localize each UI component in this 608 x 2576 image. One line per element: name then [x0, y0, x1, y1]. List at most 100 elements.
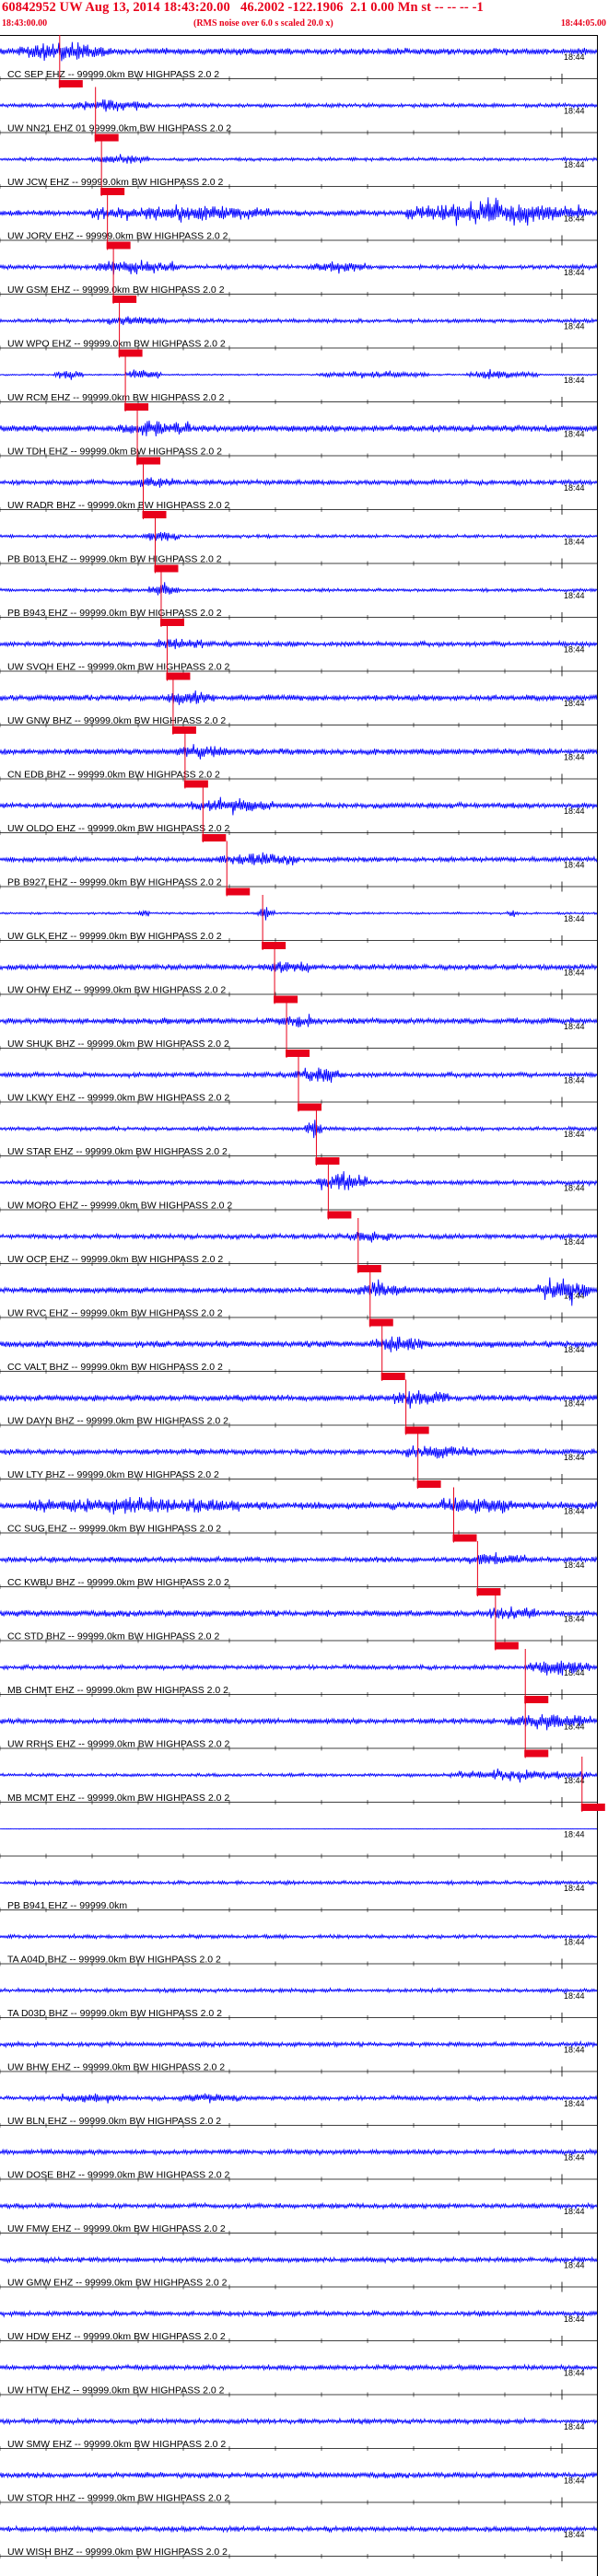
waveform [0, 1336, 598, 1352]
station-label: TA D03D BHZ -- 99999.0km BW HIGHPASS 2.0… [7, 2008, 222, 2019]
trace-row: 18:44 UW SMW EHZ -- 99999.0km BW HIGHPASS… [0, 2417, 598, 2454]
pick-flag [262, 942, 286, 949]
waveform [0, 961, 598, 973]
station-label: UW WISH BHZ -- 99999.0km BW HIGHPASS 2.0… [7, 2547, 228, 2558]
station-label: UW HTW EHZ -- 99999.0km BW HIGHPASS 2.0 … [7, 2385, 225, 2396]
trace-row: 18:44UW OHW EHZ -- 99999.0km BW HIGHPASS… [0, 948, 598, 1004]
pick-flag [118, 349, 143, 357]
waveform [0, 2309, 598, 2318]
station-label: UW TDH EHZ -- 99999.0km BW HIGHPASS 2.0 … [7, 447, 222, 458]
station-label: UW FMW EHZ -- 99999.0km BW HIGHPASS 2.0 … [7, 2223, 226, 2234]
minute-tick-label: 18:44 [564, 1022, 585, 1031]
station-label: UW OCP EHZ -- 99999.0km BW HIGHPASS 2.0 … [7, 1254, 223, 1265]
trace-row: 18:44 PB B943 EHZ -- 99999.0km BW HIGHPAS… [0, 572, 598, 627]
station-label: CC SEP EHZ -- 99999.0km BW HIGHPASS 2.0 … [7, 69, 219, 80]
pick-flag [159, 619, 184, 626]
minute-tick-label: 18:44 [564, 591, 585, 600]
waveform [0, 2417, 598, 2426]
minute-tick-label: 18:44 [564, 322, 585, 331]
waveform [0, 99, 598, 112]
pick-flag [106, 241, 131, 249]
station-label: UW SMW EHZ -- 99999.0km BW HIGHPASS 2.0 … [7, 2439, 226, 2450]
trace-row: 18:44PB B927 EHZ -- 99999.0km BW HIGHPAS… [0, 841, 598, 897]
station-label: UW STOR HHZ -- 99999.0km BW HIGHPASS 2.0… [7, 2493, 229, 2504]
waveform [0, 1120, 598, 1139]
trace-row: 18:44UW RRHS EHZ -- 99999.0km BW HIGHPAS… [0, 1702, 598, 1758]
plot-header: 60842952 UW Aug 13, 2014 18:43:20.00 46.… [0, 0, 608, 35]
trace-row: 18:44 CN EDB BHZ -- 99999.0km BW HIGHPASS… [0, 733, 598, 789]
station-label: UW BHW EHZ -- 99999.0km BW HIGHPASS 2.0 … [7, 2062, 225, 2073]
minute-tick-label: 18:44 [564, 1615, 585, 1624]
waveform [0, 197, 598, 226]
trace-row: 18:44 UW GSM EHZ -- 99999.0km BW HIGHPASS… [0, 249, 598, 304]
pick-flag [94, 133, 119, 142]
waveform [0, 2040, 598, 2048]
waveform [0, 1551, 598, 1565]
pick-flag [416, 1480, 441, 1488]
station-label: UW GSM EHZ -- 99999.0km BW HIGHPASS 2.0 … [7, 284, 225, 296]
pick-flag [315, 1157, 340, 1165]
station-label: UW STAR EHZ -- 99999.0km BW HIGHPASS 2.0… [7, 1146, 228, 1157]
pick-flag [327, 1211, 352, 1219]
station-label: UW RADR BHZ -- 99999.0km BW HIGHPASS 2.0… [7, 500, 230, 511]
station-label: MB MCMT EHZ -- 99999.0km BW HIGHPASS 2.0… [7, 1793, 229, 1804]
minute-tick-label: 18:44 [564, 2207, 585, 2216]
pick-flag [404, 1426, 429, 1434]
waveform [0, 1496, 598, 1515]
minute-tick-label: 18:44 [564, 2153, 585, 2163]
pick-flag [58, 80, 83, 87]
station-label: UW LKWY EHZ -- 99999.0km BW HIGHPASS 2.0… [7, 1093, 229, 1104]
minute-tick-label: 18:44 [564, 1830, 585, 1839]
trace-row: 18:44 UW LKWY EHZ -- 99999.0km BW HIGHPAS… [0, 1056, 598, 1112]
minute-tick-label: 18:44 [564, 2315, 585, 2324]
station-label: UW OLDO EHZ -- 99999.0km BW HIGHPASS 2.0… [7, 823, 230, 834]
pick-flag [368, 1318, 393, 1327]
trace-row: 18:44UW DAYN BHZ -- 99999.0km BW HIGHPAS… [0, 1379, 598, 1435]
waveform [0, 420, 598, 437]
pick-flag [202, 834, 227, 841]
trace-row: 18:44 UW STOR HHZ -- 99999.0km BW HIGHPAS… [0, 2470, 598, 2508]
minute-tick-label: 18:44 [564, 268, 585, 277]
waveform [0, 1445, 598, 1459]
minute-tick-label: 18:44 [564, 2369, 585, 2378]
waveform [0, 260, 598, 275]
trace-row: 18:44CC VALT BHZ -- 99999.0km BW HIGHPAS… [0, 1326, 598, 1381]
trace-row: 18:44CC SEP EHZ -- 99999.0km BW HIGHPASS… [0, 35, 598, 88]
trace-row: 18:44UW JORV EHZ -- 99999.0km BW HIGHPAS… [0, 194, 598, 250]
waveform [0, 1171, 598, 1190]
trace-row: 18:44 UW JCW EHZ -- 99999.0km BW HIGHPASS… [0, 141, 598, 196]
station-label: UW GMW EHZ -- 99999.0km BW HIGHPASS 2.0 … [7, 2278, 228, 2289]
trace-row: 18:44UW SVOH EHZ -- 99999.0km BW HIGHPAS… [0, 625, 598, 681]
waveform [0, 690, 598, 705]
minute-tick-label: 18:44 [564, 1938, 585, 1947]
pick-flag [357, 1265, 381, 1272]
waveform [0, 1606, 598, 1619]
station-label: UW MORO EHZ -- 99999.0km BW HIGHPASS 2.0… [7, 1201, 232, 1212]
trace-row: 18:44UW STAR EHZ -- 99999.0km BW HIGHPAS… [0, 1110, 598, 1166]
station-label: UW BLN EHZ -- 99999.0km BW HIGHPASS 2.0 … [7, 2116, 221, 2127]
rms-note: (RMS noise over 6.0 s scaled 20.0 x) [193, 18, 333, 29]
station-label: CC STD BHZ -- 99999.0km BW HIGHPASS 2.0 … [7, 1631, 219, 1642]
end-time-label: 18:44:05.00 [560, 18, 606, 29]
waveform [0, 41, 598, 62]
station-label: PB B013 EHZ -- 99999.0km BW HIGHPASS 2.0… [7, 554, 222, 565]
trace-row: 18:44 UW OCP EHZ -- 99999.0km BW HIGHPASS… [0, 1218, 598, 1273]
pick-flag [286, 1050, 310, 1057]
station-label: UW GLK EHZ -- 99999.0km BW HIGHPASS 2.0 … [7, 931, 222, 942]
event-title: 60842952 UW Aug 13, 2014 18:43:20.00 46.… [2, 0, 484, 15]
trace-row: 18:44CC SUG EHZ -- 99999.0km BW HIGHPASS… [0, 1487, 598, 1543]
station-label: MB CHMT EHZ -- 99999.0km BW HIGHPASS 2.0… [7, 1685, 228, 1696]
minute-tick-label: 18:44 [564, 2422, 585, 2431]
station-label: CC SUG EHZ -- 99999.0km BW HIGHPASS 2.0 … [7, 1524, 221, 1535]
station-label: PB B943 EHZ -- 99999.0km BW HIGHPASS 2.0… [7, 608, 222, 619]
waveform [0, 1231, 598, 1243]
waveform [0, 2201, 598, 2210]
waveform [0, 477, 598, 488]
pick-flag [298, 1103, 322, 1111]
trace-row: 18:44 UW FMW EHZ -- 99999.0km BW HIGHPASS… [0, 2201, 598, 2238]
waveform [0, 1768, 598, 1783]
trace-row: 18:44 UW RCM EHZ -- 99999.0km BW HIGHPASS… [0, 356, 598, 412]
station-label: UW RCM EHZ -- 99999.0km BW HIGHPASS 2.0 … [7, 392, 225, 403]
minute-tick-label: 18:44 [564, 2046, 585, 2055]
minute-tick-label: 18:44 [564, 376, 585, 385]
